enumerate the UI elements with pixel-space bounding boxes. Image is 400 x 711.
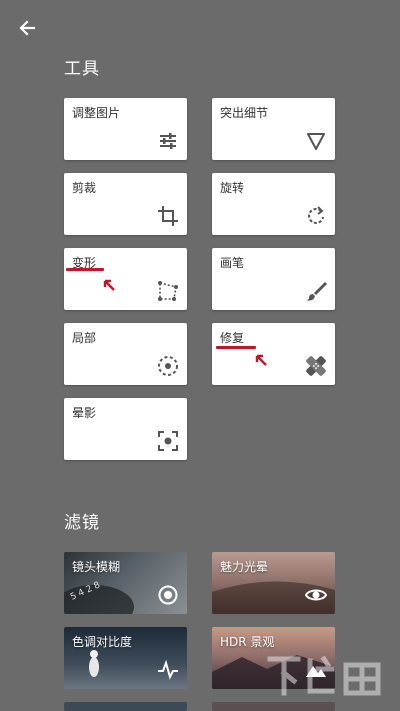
perspective-icon xyxy=(157,280,179,302)
tool-label: 画笔 xyxy=(220,256,245,270)
tool-label: 晕影 xyxy=(72,406,97,420)
tool-label: 局部 xyxy=(72,331,97,345)
filter-glamour-glow[interactable]: 魅力光晕 xyxy=(212,552,335,614)
tool-label: 剪裁 xyxy=(72,181,97,195)
highlight-arrow-icon xyxy=(255,354,267,366)
watermark-logo-icon xyxy=(267,655,381,696)
rotate-icon xyxy=(305,205,327,227)
filter-label: 魅力光晕 xyxy=(220,560,269,574)
pulse-icon xyxy=(157,659,179,681)
brush-icon xyxy=(305,280,327,302)
tool-label: 突出细节 xyxy=(220,106,269,120)
filter-tonal-contrast[interactable]: 色调对比度 xyxy=(64,627,187,689)
tool-healing[interactable]: 修复 xyxy=(212,323,335,385)
tool-adjust-image[interactable]: 调整图片 xyxy=(64,98,187,160)
tool-label: 旋转 xyxy=(220,181,245,195)
arrow-left-icon xyxy=(19,20,36,36)
filters-section-title: 滤镜 xyxy=(64,513,100,533)
highlight-arrow-icon xyxy=(103,279,115,291)
tool-label: 调整图片 xyxy=(72,106,121,120)
filter-label: HDR 景观 xyxy=(220,635,275,649)
highlight-underline xyxy=(216,346,256,349)
filter-card-partial[interactable] xyxy=(64,702,187,711)
filter-label: 镜头模糊 xyxy=(72,560,121,574)
tool-selective[interactable]: 局部 xyxy=(64,323,187,385)
tools-section-title: 工具 xyxy=(64,59,100,79)
filter-lens-blur[interactable]: 5 4 2 8 镜头模糊 xyxy=(64,552,187,614)
filter-card-partial[interactable] xyxy=(212,702,335,711)
tool-rotate[interactable]: 旋转 xyxy=(212,173,335,235)
highlight-underline xyxy=(66,268,104,271)
eye-icon xyxy=(305,584,327,606)
back-button[interactable] xyxy=(14,14,42,42)
crop-icon xyxy=(157,205,179,227)
healing-bandage-icon xyxy=(305,355,327,377)
selective-icon xyxy=(157,355,179,377)
tool-perspective[interactable]: 变形 xyxy=(64,248,187,310)
tool-vignette[interactable]: 晕影 xyxy=(64,398,187,460)
tool-crop[interactable]: 剪裁 xyxy=(64,173,187,235)
tune-sliders-icon xyxy=(157,130,179,152)
vignette-icon xyxy=(157,430,179,452)
filter-label: 色调对比度 xyxy=(72,635,133,649)
tool-details[interactable]: 突出细节 xyxy=(212,98,335,160)
target-icon xyxy=(157,584,179,606)
tool-label: 修复 xyxy=(220,331,245,345)
triangle-down-icon xyxy=(305,130,327,152)
tool-brush[interactable]: 画笔 xyxy=(212,248,335,310)
